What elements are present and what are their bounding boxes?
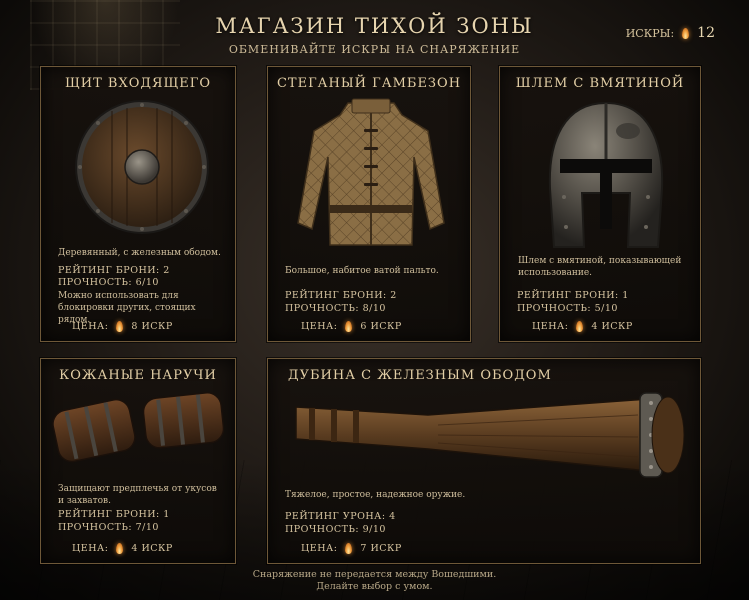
price-label: ЦЕНА: (301, 321, 338, 332)
item-armor-rating: РЕЙТИНГ БРОНИ: 1 (58, 509, 170, 520)
item-price: ЦЕНА: 8 ИСКР (72, 321, 173, 332)
flame-icon (116, 321, 124, 332)
item-price: ЦЕНА: 4 ИСКР (72, 543, 173, 554)
item-price: ЦЕНА: 7 ИСКР (301, 543, 402, 554)
flame-icon (345, 321, 353, 332)
item-price: ЦЕНА: 6 ИСКР (301, 321, 402, 332)
item-name: ЩИТ ВХОДЯЩЕГО (64, 76, 212, 91)
shop-item-bracers[interactable]: КОЖАНЫЕ НАРУЧИ Защищают предплечья от ук… (40, 358, 236, 564)
price-value: 4 ИСКР (131, 543, 173, 554)
shop-item-shield[interactable]: ЩИТ ВХОДЯЩЕГО Деревянный, с железным обо… (40, 66, 236, 342)
item-description: Деревянный, с железным ободом. (58, 248, 221, 258)
item-armor-rating: РЕЙТИНГ БРОНИ: 1 (517, 290, 629, 301)
price-label: ЦЕНА: (532, 321, 569, 332)
shield-image (66, 99, 216, 235)
item-description: Защищают предплечья от укусов и захватов… (58, 484, 217, 506)
footer-line-2: Делайте выбор с умом. (316, 581, 433, 592)
item-durability: ПРОЧНОСТЬ: 6/10 (58, 277, 159, 288)
item-durability: ПРОЧНОСТЬ: 8/10 (285, 303, 386, 314)
flame-icon (682, 27, 690, 39)
item-price: ЦЕНА: 4 ИСКР (532, 321, 633, 332)
price-value: 7 ИСКР (360, 543, 402, 554)
item-name: ДУБИНА С ЖЕЛЕЗНЫМ ОБОДОМ (288, 368, 552, 383)
price-label: ЦЕНА: (72, 543, 109, 554)
gambeson-image (290, 95, 452, 257)
currency-amount: 12 (697, 25, 715, 41)
item-name: ШЛЕМ С ВМЯТИНОЙ (515, 76, 685, 91)
shop-item-helmet[interactable]: ШЛЕМ С ВМЯТИНОЙ Шлем с вмятиной, показыв… (499, 66, 701, 342)
flame-icon (345, 543, 353, 554)
club-image (288, 385, 696, 483)
currency-label: ИСКРЫ: (625, 26, 675, 40)
bracers-image (47, 381, 233, 477)
shop-item-club[interactable]: ДУБИНА С ЖЕЛЕЗНЫМ ОБОДОМ Тяжелое, просто… (267, 358, 701, 564)
item-description: Тяжелое, простое, надежное оружие. (285, 490, 466, 500)
item-armor-rating: РЕЙТИНГ БРОНИ: 2 (285, 290, 397, 301)
price-value: 8 ИСКР (131, 321, 173, 332)
currency-display: ИСКРЫ: 12 (626, 25, 715, 41)
shop-item-gambeson[interactable]: СТЕГАНЫЙ ГАМБЕЗОН Большое, набитое ватой… (267, 66, 471, 342)
price-value: 4 ИСКР (591, 321, 633, 332)
item-durability: ПРОЧНОСТЬ: 7/10 (58, 522, 159, 533)
item-name: СТЕГАНЫЙ ГАМБЕЗОН (276, 76, 462, 91)
item-durability: ПРОЧНОСТЬ: 5/10 (517, 303, 618, 314)
price-label: ЦЕНА: (301, 543, 338, 554)
item-description: Большое, набитое ватой пальто. (285, 266, 439, 276)
flame-icon (116, 543, 124, 554)
item-damage-rating: РЕЙТИНГ УРОНА: 4 (285, 511, 396, 522)
flame-icon (576, 321, 584, 332)
item-armor-rating: РЕЙТИНГ БРОНИ: 2 (58, 265, 170, 276)
price-label: ЦЕНА: (72, 321, 109, 332)
price-value: 6 ИСКР (360, 321, 402, 332)
item-description: Шлем с вмятиной, показывающей использова… (518, 256, 682, 278)
footer-note: Снаряжение не передается между Вошедшими… (0, 569, 749, 593)
footer-line-1: Снаряжение не передается между Вошедшими… (252, 569, 497, 580)
shop-subtitle: ОБМЕНИВАЙТЕ ИСКРЫ НА СНАРЯЖЕНИЕ (228, 43, 521, 56)
item-durability: ПРОЧНОСТЬ: 9/10 (285, 524, 386, 535)
helmet-image (540, 97, 672, 255)
